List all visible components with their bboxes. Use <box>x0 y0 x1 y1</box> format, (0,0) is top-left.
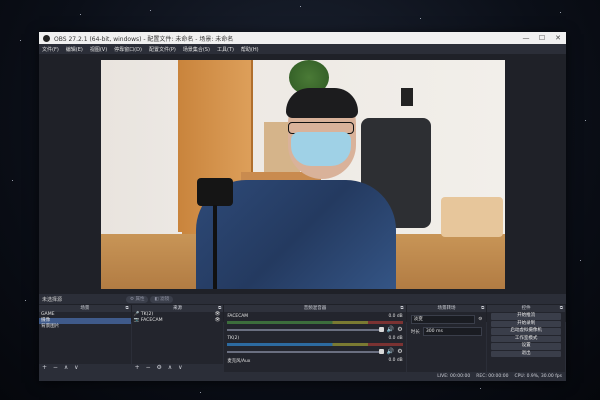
camera-preview[interactable] <box>101 60 505 289</box>
volume-meter <box>227 321 403 324</box>
sources-title-text: 来源 <box>172 306 182 311</box>
face-mask <box>291 132 351 166</box>
title-bar: OBS 27.2.1 (64-bit, windows) - 配置文件: 未命名… <box>39 32 566 44</box>
menu-docks[interactable]: 停靠窗口(D) <box>114 46 142 53</box>
channel-name: TK(2) <box>227 336 240 341</box>
scenes-title: 场景 ⧉ <box>39 305 131 312</box>
filters-label: 滤镜 <box>160 296 170 302</box>
menu-file[interactable]: 文件(F) <box>42 46 59 53</box>
volume-knob[interactable] <box>378 327 384 332</box>
dock-float-icon[interactable]: ⧉ <box>218 305 221 312</box>
speaker <box>401 88 413 106</box>
tripod <box>213 205 217 289</box>
mixer-channel: FACECAM 0.0 dB 🔊 ⚙ <box>227 314 403 333</box>
transitions-dock: 场景转场 ⧉ 淡变 ⚙ 时长 300 ms <box>406 305 487 372</box>
menu-bar: 文件(F) 编辑(E) 视图(V) 停靠窗口(D) 配置文件(P) 场景集合(S… <box>39 44 566 54</box>
transition-duration-row: 时长 300 ms <box>411 327 483 336</box>
window-title: OBS 27.2.1 (64-bit, windows) - 配置文件: 未命名… <box>54 35 234 43</box>
no-source-label: 未选择源 <box>42 296 63 303</box>
properties-label: 属性 <box>135 296 145 302</box>
camera-on-tripod <box>197 178 233 206</box>
close-button[interactable]: ✕ <box>550 34 566 42</box>
scenes-dock: 场景 ⧉ GAME 摄像 背景图片 + − ∧ ∨ <box>39 305 131 372</box>
dock-float-icon[interactable]: ⧉ <box>400 305 403 312</box>
properties-button[interactable]: ⚙ 属性 <box>126 295 149 303</box>
preview-area[interactable] <box>39 54 566 322</box>
live-status: LIVE: 00:00:00 <box>437 374 471 379</box>
menu-help[interactable]: 帮助(H) <box>241 46 259 53</box>
settings-button[interactable]: 设置 <box>491 343 562 350</box>
pillow <box>441 197 503 237</box>
mixer-channel: TK(2) 0.0 dB 🔊 ⚙ <box>227 336 403 355</box>
exit-button[interactable]: 退出 <box>491 350 562 357</box>
transition-select[interactable]: 淡变 <box>410 315 476 324</box>
channel-name: FACECAM <box>227 314 249 319</box>
transitions-title: 场景转场 ⧉ <box>406 305 487 312</box>
gear-icon[interactable]: ⚙ <box>397 326 402 333</box>
speaker-icon[interactable]: 🔊 <box>387 326 394 333</box>
menu-edit[interactable]: 编辑(E) <box>66 46 83 53</box>
source-item[interactable]: 📷 FACECAM 👁 <box>132 318 224 324</box>
volume-meter <box>227 343 403 346</box>
scenes-title-text: 场景 <box>80 306 90 311</box>
transitions-title-text: 场景转场 <box>437 306 456 311</box>
obs-app-icon <box>43 34 50 42</box>
source-name: FACECAM <box>140 318 163 323</box>
gear-icon[interactable]: ⚙ <box>397 348 402 355</box>
speaker-icon[interactable]: 🔊 <box>387 348 394 355</box>
mixer-channel: 麦克风/Aux 0.0 dB <box>227 358 402 364</box>
dock-float-icon[interactable]: ⧉ <box>560 305 563 312</box>
studio-mode-button[interactable]: 工作室模式 <box>491 335 562 342</box>
menu-view[interactable]: 视图(V) <box>90 46 107 53</box>
controls-dock: 控件 ⧉ 开始推流 开始录制 启动虚拟摄像机 工作室模式 设置 退出 <box>487 305 566 372</box>
controls-title: 控件 ⧉ <box>487 305 566 312</box>
eye-icon[interactable]: 👁 <box>214 318 220 324</box>
transition-type-row: 淡变 ⚙ <box>410 315 482 324</box>
start-recording-button[interactable]: 开始录制 <box>491 320 562 327</box>
channel-name: 麦克风/Aux <box>227 359 251 364</box>
volume-knob[interactable] <box>378 349 384 354</box>
duration-input[interactable]: 300 ms <box>422 327 483 336</box>
dock-float-icon[interactable]: ⧉ <box>481 305 484 312</box>
sources-footer-buttons[interactable]: + − ⚙ ∧ ∨ <box>131 364 224 372</box>
volume-slider[interactable] <box>227 328 382 331</box>
duration-label: 时长 <box>410 329 420 335</box>
dock-float-icon[interactable]: ⧉ <box>125 305 128 312</box>
controls-title-text: 控件 <box>521 306 531 311</box>
sources-dock: 来源 ⧉ 🎤 TK(2) 👁 📷 FACECAM 👁 + − ⚙ ∧ ∨ <box>131 305 224 372</box>
filters-button[interactable]: ◧ 滤镜 <box>150 295 174 303</box>
scene-item[interactable]: 背景图片 <box>39 324 131 330</box>
cpu-status: CPU: 0.9%, 30.00 fps <box>514 374 563 379</box>
start-streaming-button[interactable]: 开始推流 <box>491 313 562 320</box>
menu-tools[interactable]: 工具(T) <box>217 46 234 53</box>
mixer-title: 音频混音器 ⧉ <box>224 305 406 312</box>
menu-profile[interactable]: 配置文件(P) <box>149 46 176 53</box>
status-bar: LIVE: 00:00:00 REC: 00:00:00 CPU: 0.9%, … <box>39 372 566 381</box>
obs-window: OBS 27.2.1 (64-bit, windows) - 配置文件: 未命名… <box>39 32 566 381</box>
scenes-footer-buttons[interactable]: + − ∧ ∨ <box>39 364 131 372</box>
source-toolbar: 未选择源 ⚙ 属性 ◧ 滤镜 <box>39 294 566 304</box>
channel-db: 0.0 dB <box>388 336 403 341</box>
volume-slider[interactable] <box>227 350 382 353</box>
rec-status: REC: 00:00:00 <box>476 374 509 379</box>
channel-db: 0.0 dB <box>388 314 403 319</box>
mixer-dock: 音频混音器 ⧉ FACECAM 0.0 dB 🔊 ⚙ TK(2) 0.0 dB 🔊 ⚙ 麦… <box>224 305 406 372</box>
docks: 场景 ⧉ GAME 摄像 背景图片 + − ∧ ∨ 来源 ⧉ 🎤 TK(2) 👁 📷 … <box>39 305 566 372</box>
maximize-button[interactable]: ☐ <box>534 34 550 42</box>
sources-title: 来源 ⧉ <box>131 305 224 312</box>
person-hair <box>286 88 358 118</box>
channel-db: 0.0 dB <box>388 358 403 363</box>
gear-icon[interactable]: ⚙ <box>478 317 482 322</box>
menu-scene-collection[interactable]: 场景集合(S) <box>183 46 210 53</box>
start-virtual-camera-button[interactable]: 启动虚拟摄像机 <box>491 328 562 335</box>
source-name: TK(2) <box>140 312 154 317</box>
minimize-button[interactable]: — <box>518 34 534 42</box>
mixer-title-text: 音频混音器 <box>303 306 327 311</box>
